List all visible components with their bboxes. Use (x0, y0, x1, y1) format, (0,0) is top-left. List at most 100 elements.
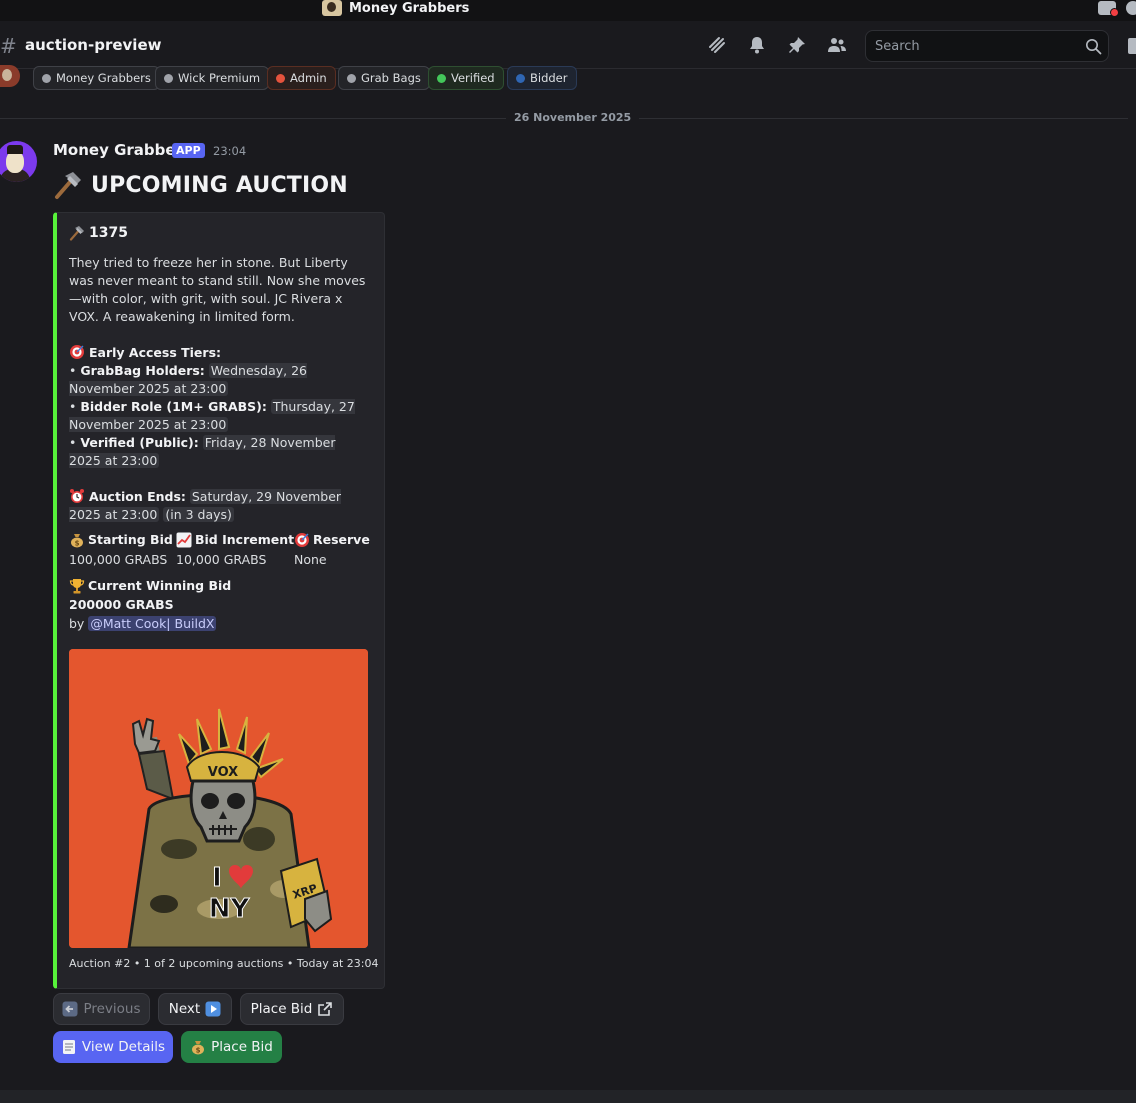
previous-button[interactable]: Previous (53, 993, 150, 1025)
role-color-dot (276, 73, 285, 83)
field-name: Reserve (294, 530, 370, 550)
play-icon (205, 1001, 221, 1017)
field-value: 10,000 GRABS (176, 552, 267, 567)
place-bid-link-button[interactable]: Place Bid (240, 993, 344, 1025)
svg-text:NY: NY (209, 894, 251, 924)
embed-footer: Auction #2 • 1 of 2 upcoming auctions • … (69, 957, 379, 970)
tier-item: • Verified (Public): Friday, 28 November… (69, 435, 336, 468)
winning-label: Current Winning Bid (88, 578, 232, 593)
trophy-icon (69, 578, 85, 593)
help-icon[interactable] (1126, 1, 1136, 15)
svg-text:VOX: VOX (208, 765, 238, 780)
role-chip-verified[interactable]: Verified (428, 66, 504, 90)
role-chip-admin[interactable]: Admin (267, 66, 336, 90)
field-reserve: Reserve None (294, 530, 370, 570)
threads-icon[interactable] (707, 35, 727, 55)
auction-ends-relative: in 3 days (170, 507, 228, 522)
search-placeholder: Search (875, 39, 920, 54)
next-label: Next (168, 1001, 201, 1017)
field-bid-increment: Bid Increment 10,000 GRABS (176, 530, 294, 570)
role-chip-grab-bags[interactable]: Grab Bags (338, 66, 430, 90)
auction-ends-label: Auction Ends: (88, 489, 186, 504)
tier-label: Verified (Public): (80, 435, 199, 450)
inbox-icon[interactable] (1098, 1, 1119, 17)
role-label: Verified (451, 71, 495, 85)
role-chip-row: Money Grabbers Wick Premium Admin Grab B… (0, 64, 1136, 90)
lore-text: They tried to freeze her in stone. But L… (69, 255, 366, 324)
hammer-icon (55, 172, 81, 199)
role-chip-wick-premium[interactable]: Wick Premium (155, 66, 270, 90)
field-name-text: Reserve (313, 532, 370, 547)
field-name: Bid Increment (176, 530, 294, 550)
svg-text:$: $ (75, 540, 80, 548)
money-bag-icon: $ (192, 1041, 205, 1055)
composer-edge (0, 1090, 1136, 1103)
role-label: Admin (290, 71, 327, 85)
auction-ends-relative-wrap[interactable]: (in 3 days) (163, 507, 234, 522)
embed-title: 1375 (69, 225, 128, 241)
message-title-text: UPCOMING AUCTION (91, 172, 348, 198)
user-mention[interactable]: @Matt Cook| BuildX (88, 616, 217, 631)
field-value: None (294, 552, 327, 567)
place-bid-link-label: Place Bid (250, 1001, 313, 1017)
window-titlebar: Money Grabbers (0, 0, 1136, 21)
memo-icon (62, 1040, 75, 1054)
role-color-dot (42, 73, 51, 83)
winning-by: by @Matt Cook| BuildX (69, 614, 231, 633)
channel-name: auction-preview (25, 36, 162, 54)
pin-icon[interactable] (787, 35, 807, 55)
winning-label-row: Current Winning Bid (69, 576, 231, 595)
search-icon (1085, 38, 1102, 55)
tier-item: • Bidder Role (1M+ GRABS): Thursday, 27 … (69, 399, 355, 432)
place-bid-label: Place Bid (211, 1039, 273, 1055)
server-icon (322, 0, 342, 16)
text-channel-icon: # (0, 34, 17, 58)
chart-up-icon (176, 532, 192, 548)
avatar-face (6, 151, 24, 173)
app-tag: APP (172, 143, 205, 158)
target-icon (295, 533, 309, 547)
current-winning-bid: Current Winning Bid 200000 GRABS by @Mat… (69, 576, 231, 633)
titlebar-actions (1098, 0, 1136, 17)
window-title: Money Grabbers (349, 0, 470, 16)
svg-text:$: $ (196, 1047, 201, 1055)
tier-label: GrabBag Holders: (80, 363, 205, 378)
message-timestamp[interactable]: 23:04 (213, 144, 246, 158)
date-divider-label: 26 November 2025 (506, 111, 640, 124)
view-details-button[interactable]: View Details (53, 1031, 173, 1063)
avatar-hat (7, 145, 23, 154)
field-name: $ Starting Bid (69, 530, 173, 550)
tiers-heading-text: Early Access Tiers: (88, 345, 222, 360)
role-color-dot (516, 73, 525, 83)
user-avatar[interactable] (0, 65, 20, 87)
window-title-group: Money Grabbers (322, 0, 469, 16)
role-label: Grab Bags (361, 71, 421, 85)
role-color-dot (437, 73, 446, 83)
embed-description: They tried to freeze her in stone. But L… (69, 254, 369, 524)
previous-label: Previous (83, 1001, 141, 1017)
svg-text:I: I (212, 863, 222, 893)
role-label: Bidder (530, 71, 568, 85)
external-link-icon (318, 1002, 333, 1016)
winning-by-label: by (69, 616, 85, 631)
role-chip-bidder[interactable]: Bidder (507, 66, 577, 90)
field-value: 100,000 GRABS (69, 552, 168, 567)
next-button[interactable]: Next (158, 993, 232, 1025)
channel-header: # auction-preview Search (0, 21, 1136, 69)
search-box[interactable]: Search (865, 30, 1109, 62)
message-title: UPCOMING AUCTION (53, 170, 348, 200)
role-label: Wick Premium (178, 71, 261, 85)
place-bid-button[interactable]: $ Place Bid (181, 1031, 282, 1063)
notification-bell-icon[interactable] (747, 35, 767, 55)
role-chip-money-grabbers[interactable]: Money Grabbers (33, 66, 160, 90)
inbox-edge-icon[interactable] (1128, 38, 1136, 54)
auction-nft-image[interactable]: I NY VOX XRP (69, 649, 368, 948)
member-list-icon[interactable] (827, 35, 847, 55)
author-avatar[interactable] (0, 141, 37, 182)
field-starting-bid: $ Starting Bid 100,000 GRABS (69, 530, 173, 570)
field-name-text: Starting Bid (88, 532, 173, 547)
winning-amount: 200000 GRABS (69, 597, 174, 612)
arrow-left-icon (62, 1001, 78, 1017)
liberty-skeleton-artwork: I NY VOX XRP (69, 649, 368, 948)
view-details-label: View Details (81, 1039, 166, 1055)
